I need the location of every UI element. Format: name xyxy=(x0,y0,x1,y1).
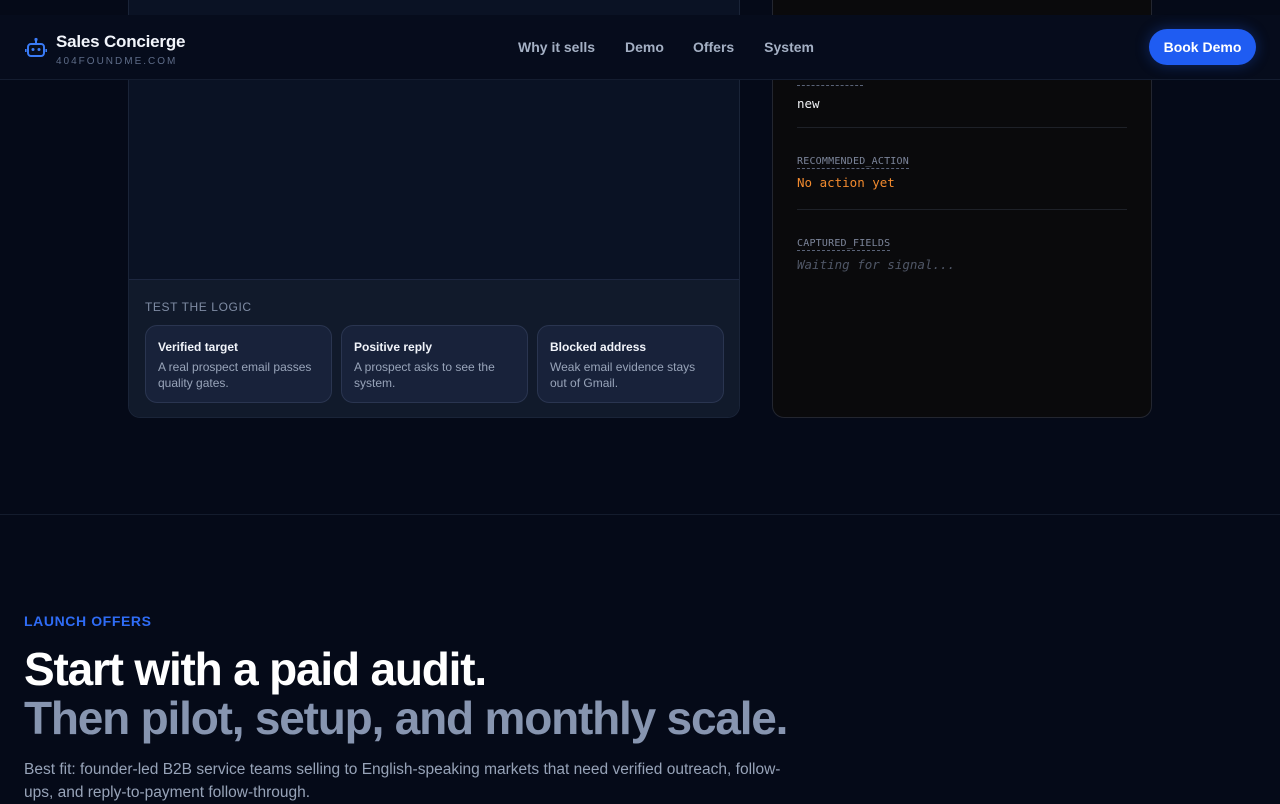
site-header: Sales Concierge 404FOUNDME.COM Why it se… xyxy=(0,15,1280,80)
brand-name: Sales Concierge xyxy=(56,32,186,51)
scenario-blocked-address[interactable]: Blocked address Weak email evidence stay… xyxy=(537,325,724,403)
nav-why-it-sells[interactable]: Why it sells xyxy=(518,39,595,55)
headline-line-2: Then pilot, setup, and monthly scale. xyxy=(24,692,788,744)
brand[interactable]: Sales Concierge 404FOUNDME.COM xyxy=(25,32,185,68)
recommended-action-field: RECOMMENDED_ACTION No action yet xyxy=(797,149,1127,190)
status-value: new xyxy=(797,96,820,111)
status-key xyxy=(797,85,863,86)
nav-system[interactable]: System xyxy=(764,39,814,55)
captured-fields-field: CAPTURED_FIELDS Waiting for signal... xyxy=(797,231,1127,272)
nav-demo[interactable]: Demo xyxy=(625,39,664,55)
test-logic-section: TEST THE LOGIC Verified target A real pr… xyxy=(129,279,739,417)
headline-line-1: Start with a paid audit. xyxy=(24,643,487,695)
book-demo-button[interactable]: Book Demo xyxy=(1149,29,1256,65)
test-logic-label: TEST THE LOGIC xyxy=(145,300,252,314)
robot-icon xyxy=(25,37,47,57)
captured-fields-key: CAPTURED_FIELDS xyxy=(797,238,891,251)
scenario-description: Weak email evidence stays out of Gmail. xyxy=(550,360,696,390)
recommended-action-value: No action yet xyxy=(797,175,895,190)
scenario-title: Positive reply xyxy=(354,340,433,354)
scenario-description: A real prospect email passes quality gat… xyxy=(158,360,312,390)
offers-eyebrow: LAUNCH OFFERS xyxy=(24,613,152,629)
section-divider xyxy=(0,514,1280,515)
scenario-title: Blocked address xyxy=(550,340,647,354)
field-divider xyxy=(797,127,1127,128)
recommended-action-key: RECOMMENDED_ACTION xyxy=(797,156,909,169)
offers-headline: Start with a paid audit. Then pilot, set… xyxy=(24,643,788,744)
scenario-positive-reply[interactable]: Positive reply A prospect asks to see th… xyxy=(341,325,528,403)
brand-domain: 404FOUNDME.COM xyxy=(56,56,178,67)
scenario-list: Verified target A real prospect email pa… xyxy=(145,325,724,403)
scenario-verified-target[interactable]: Verified target A real prospect email pa… xyxy=(145,325,332,403)
scenario-description: A prospect asks to see the system. xyxy=(354,360,495,390)
nav-offers[interactable]: Offers xyxy=(693,39,734,55)
scenario-title: Verified target xyxy=(158,340,239,354)
field-divider xyxy=(797,209,1127,210)
captured-fields-value: Waiting for signal... xyxy=(797,257,956,272)
offers-lede: Best fit: founder-led B2B service teams … xyxy=(24,761,781,801)
main-nav: Why it sells Demo Offers System xyxy=(518,39,844,55)
